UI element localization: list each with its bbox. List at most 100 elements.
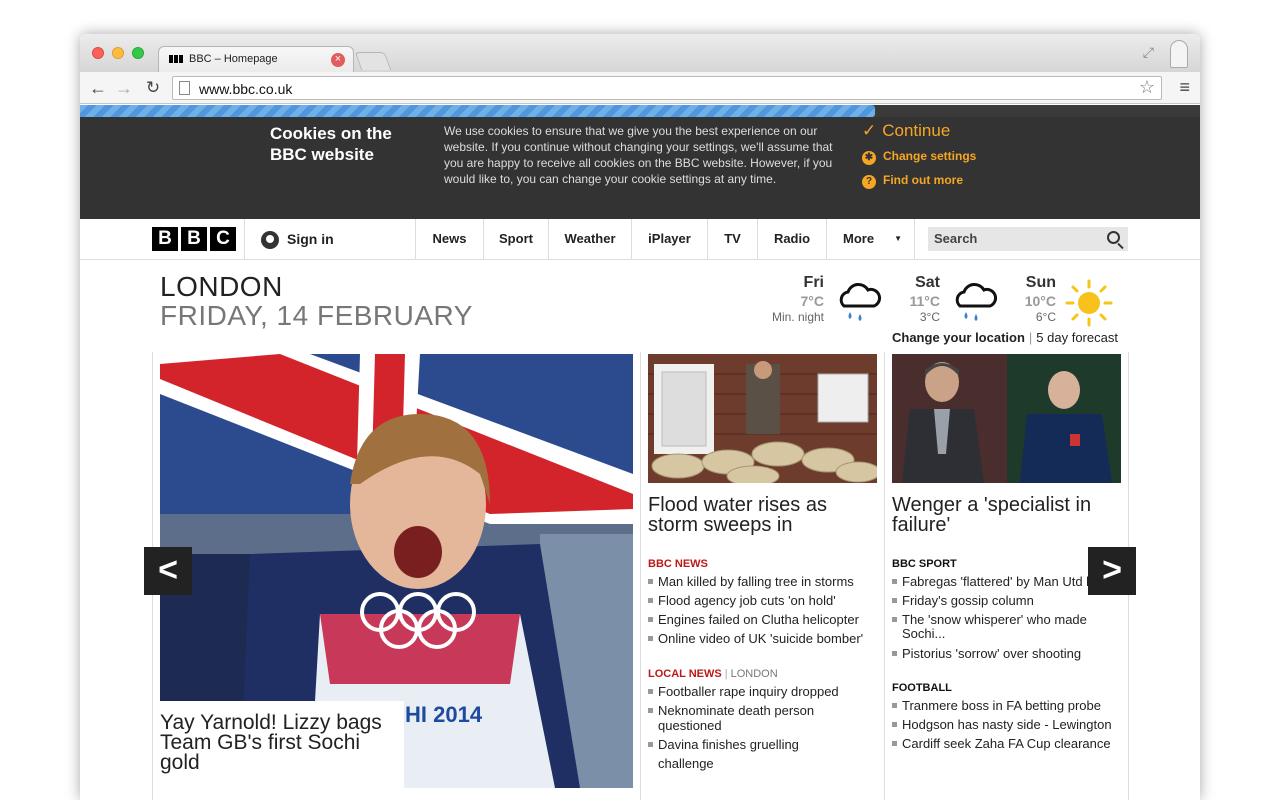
weather-link-separator: | [1028,330,1033,345]
address-bar[interactable]: www.bbc.co.uk ☆ [172,76,1162,100]
carousel-next-button[interactable]: > [1088,547,1136,595]
list-item[interactable]: Tranmere boss in FA betting probe [892,696,1122,715]
list-item[interactable]: Pistorius 'sorrow' over shooting [892,644,1118,663]
sport-story-image[interactable] [892,354,1121,483]
sport-headline-list: Fabregas 'flattered' by Man Utd bid Frid… [892,572,1118,663]
gear-icon: ✱ [862,151,876,165]
titlebar: BBC – Homepage × ⤢ [80,34,1200,72]
profile-icon[interactable] [1170,40,1188,68]
list-item[interactable]: Footballer rape inquiry dropped [648,682,848,701]
caret-down-icon: ▼ [894,234,902,243]
nav-item-sport[interactable]: Sport [484,219,549,259]
nav-item-tv[interactable]: TV [708,219,758,259]
local-news-separator: | [724,668,728,680]
news-section-heading[interactable]: BBC NEWS [648,558,708,570]
sport-story-title[interactable]: Wenger a 'specialist in failure' [892,495,1122,535]
signin-button[interactable]: Sign in [244,219,416,259]
cookie-findout-link[interactable]: ? Find out more [862,173,963,189]
list-item[interactable]: The 'snow whisperer' who made Sochi... [892,610,1118,644]
cookie-banner: Cookies on the BBC website We use cookie… [80,117,1200,219]
five-day-forecast-link[interactable]: 5 day forecast [1036,330,1118,345]
checkmark-icon: ✓ [862,121,877,140]
list-item[interactable]: Online video of UK 'suicide bomber' [648,629,878,648]
weather-day-name: Sat [915,274,940,291]
fullscreen-icon[interactable]: ⤢ [1143,44,1154,61]
reload-button[interactable]: ↻ [141,76,165,100]
sun-icon [1065,279,1113,327]
page-icon [179,81,190,95]
location-city: LONDON [160,271,283,302]
logo-letter: B [152,227,178,251]
progress-fill [80,105,876,117]
search-input[interactable]: Search [928,227,1128,251]
new-tab-button[interactable] [354,52,392,70]
forward-button[interactable]: → [112,76,136,100]
weather-day-fri[interactable]: Fri 7°C Min. night [760,274,824,324]
local-news-place: LONDON [730,668,778,680]
nav-item-radio[interactable]: Radio [758,219,827,259]
weather-day-sun[interactable]: Sun 10°C 6°C [992,274,1056,324]
weather-high: 11°C [909,293,940,309]
current-date: FRIDAY, 14 FEBRUARY [160,300,473,331]
change-location-link[interactable]: Change your location [892,330,1025,345]
list-item[interactable]: Hodgson has nasty side - Lewington [892,715,1122,734]
list-item[interactable]: Flood agency job cuts 'on hold' [648,591,878,610]
cookie-settings-link[interactable]: ✱ Change settings [862,149,976,165]
weather-low: Min. night [771,310,824,324]
browser-toolbar: ← → ↻ www.bbc.co.uk ☆ ≡ [80,72,1200,104]
cookie-continue-button[interactable]: ✓ Continue [862,121,950,141]
weather-low: 6°C [1035,310,1056,324]
cookie-text: We use cookies to ensure that we give yo… [444,124,833,186]
managers-photo [892,354,1121,483]
hero-caption[interactable]: Yay Yarnold! Lizzy bags Team GB's first … [160,701,404,800]
window-zoom-button[interactable] [132,47,144,59]
nav-item-weather[interactable]: Weather [549,219,632,259]
nav-item-more[interactable]: More ▼ [827,219,915,259]
logo-letter: B [181,227,207,251]
local-news-list: Footballer rape inquiry dropped Neknomin… [648,682,848,773]
logo-letter: C [210,227,236,251]
window-close-button[interactable] [92,47,104,59]
column-divider [640,352,641,800]
list-item[interactable]: Fabregas 'flattered' by Man Utd bid [892,572,1118,591]
back-button[interactable]: ← [86,76,110,100]
url-text[interactable]: www.bbc.co.uk [199,81,292,97]
signin-label: Sign in [287,231,334,247]
list-item[interactable]: Man killed by falling tree in storms [648,572,878,591]
bbc-logo[interactable]: B B C [152,227,236,251]
news-headline-list: Man killed by falling tree in storms Flo… [648,572,878,648]
weather-day-name: Sun [1025,274,1056,291]
weather-day-sat[interactable]: Sat 11°C 3°C [876,274,940,324]
search-placeholder: Search [934,231,978,246]
list-item[interactable]: Engines failed on Clutha helicopter [648,610,878,629]
nav-more-label: More [843,231,875,246]
page-load-progress [80,105,1200,117]
list-item[interactable]: Friday's gossip column [892,591,1118,610]
cookie-findout-label: Find out more [883,173,963,187]
news-story-title[interactable]: Flood water rises as storm sweeps in [648,495,878,535]
list-item[interactable]: Neknominate death person questioned [648,701,848,735]
football-list: Tranmere boss in FA betting probe Hodgso… [892,696,1122,753]
football-heading[interactable]: FOOTBALL [892,682,952,694]
weather-high: 7°C [800,293,825,309]
weather-low: 3°C [919,310,940,324]
bbc-navigation: B B C Sign in News Sport Weather iPlayer… [80,219,1200,260]
list-item[interactable]: Davina finishes gruelling challenge [648,735,848,773]
news-story-image[interactable] [648,354,877,483]
carousel-prev-button[interactable]: < [144,547,192,595]
tab-close-icon[interactable]: × [331,53,345,67]
window-minimize-button[interactable] [112,47,124,59]
bbc-favicon-icon [169,55,184,65]
nav-item-news[interactable]: News [416,219,484,259]
sport-section-heading[interactable]: BBC SPORT [892,558,957,570]
bookmark-star-icon[interactable]: ☆ [1139,77,1155,98]
search-icon[interactable] [1107,231,1120,244]
cookie-continue-label: Continue [882,121,951,140]
menu-icon[interactable]: ≡ [1179,77,1190,98]
browser-tab[interactable]: BBC – Homepage × [158,46,354,72]
tab-title: BBC – Homepage [189,53,278,65]
list-item[interactable]: Cardiff seek Zaha FA Cup clearance [892,734,1122,753]
column-divider [884,352,885,800]
local-news-heading[interactable]: LOCAL NEWS | LONDON [648,668,778,680]
nav-item-iplayer[interactable]: iPlayer [632,219,708,259]
